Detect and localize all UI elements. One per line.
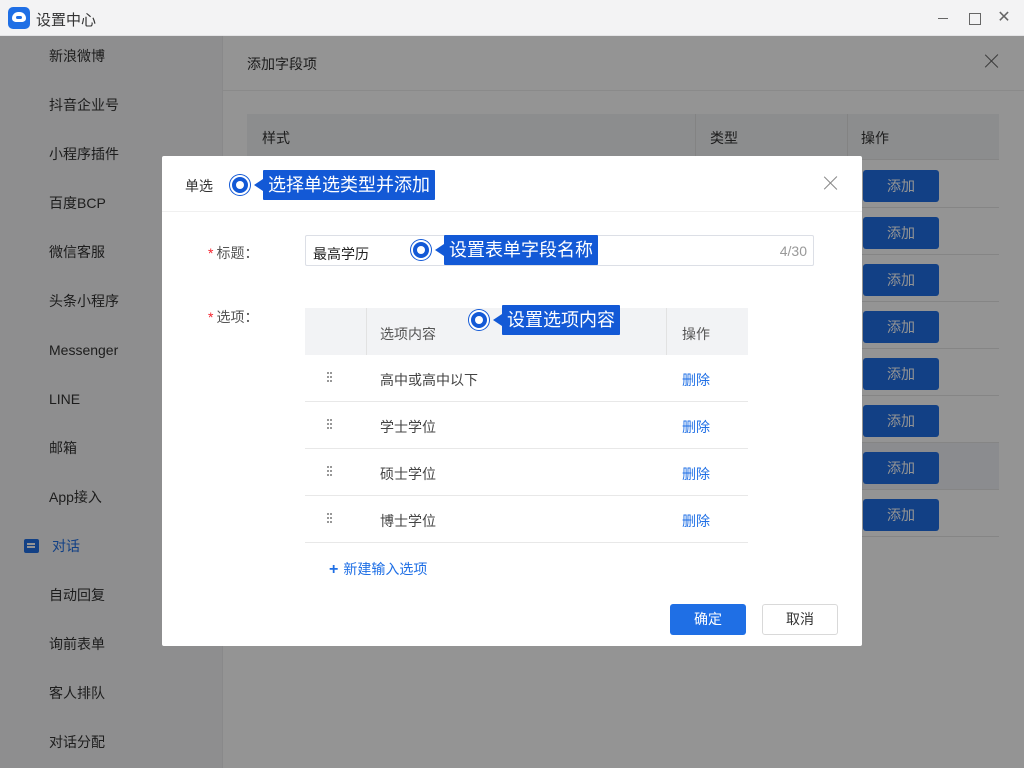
option-row: 学士学位 删除 xyxy=(305,402,748,449)
minimize-icon[interactable] xyxy=(931,6,955,30)
option-row: 高中或高中以下 删除 xyxy=(305,355,748,402)
new-option-button[interactable]: + 新建输入选项 xyxy=(329,559,427,579)
delete-option-link[interactable]: 删除 xyxy=(682,511,710,531)
delete-option-link[interactable]: 删除 xyxy=(682,464,710,484)
cancel-button[interactable]: 取消 xyxy=(762,604,838,635)
title-input-value: 最高学历 xyxy=(313,246,369,262)
app-logo-icon xyxy=(8,7,30,29)
annotation-text: 设置选项内容 xyxy=(502,305,620,335)
annotation-arrow xyxy=(435,244,444,256)
column-header-option-content: 选项内容 xyxy=(380,326,436,342)
drag-handle-icon[interactable] xyxy=(327,513,332,525)
dialog-close-icon[interactable] xyxy=(822,174,840,192)
maximize-icon[interactable] xyxy=(962,6,986,30)
dialog-title: 单选 xyxy=(185,178,213,194)
option-text[interactable]: 硕士学位 xyxy=(380,464,436,484)
annotation-dot-icon xyxy=(230,175,250,195)
drag-handle-icon[interactable] xyxy=(327,466,332,478)
close-window-icon[interactable]: ✕ xyxy=(992,6,1016,30)
required-mark: * xyxy=(208,245,214,261)
drag-handle-icon[interactable] xyxy=(327,372,332,384)
annotation-arrow xyxy=(493,314,502,326)
drag-handle-icon[interactable] xyxy=(327,419,332,431)
single-choice-dialog: 单选 * 标题： 最高学历 4/30 * 选项： 选项内容 操作 高中或高中以下 删… xyxy=(162,156,862,646)
column-header-action: 操作 xyxy=(682,326,710,342)
plus-icon: + xyxy=(329,561,339,578)
option-row: 博士学位 删除 xyxy=(305,496,748,543)
options-field-label: * 选项： xyxy=(208,307,258,327)
annotation-text: 选择单选类型并添加 xyxy=(263,170,435,200)
options-label-text: 选项： xyxy=(216,309,259,325)
title-bar: 设置中心 ✕ xyxy=(0,0,1024,36)
annotation-dot-icon xyxy=(469,310,489,330)
confirm-button[interactable]: 确定 xyxy=(670,604,746,635)
char-counter: 4/30 xyxy=(779,243,807,259)
required-mark: * xyxy=(208,309,214,325)
annotation-text: 设置表单字段名称 xyxy=(444,235,598,265)
annotation-arrow xyxy=(254,179,263,191)
option-text[interactable]: 高中或高中以下 xyxy=(380,370,478,390)
app-title: 设置中心 xyxy=(36,12,97,29)
option-row: 硕士学位 删除 xyxy=(305,449,748,496)
new-option-label: 新建输入选项 xyxy=(343,561,428,577)
column-divider xyxy=(366,308,367,355)
delete-option-link[interactable]: 删除 xyxy=(682,370,710,390)
delete-option-link[interactable]: 删除 xyxy=(682,417,710,437)
annotation-dot-icon xyxy=(411,240,431,260)
column-divider xyxy=(666,308,667,355)
title-field-label: * 标题： xyxy=(208,243,258,263)
option-text[interactable]: 博士学位 xyxy=(380,511,436,531)
option-text[interactable]: 学士学位 xyxy=(380,417,436,437)
title-label-text: 标题： xyxy=(216,245,259,261)
